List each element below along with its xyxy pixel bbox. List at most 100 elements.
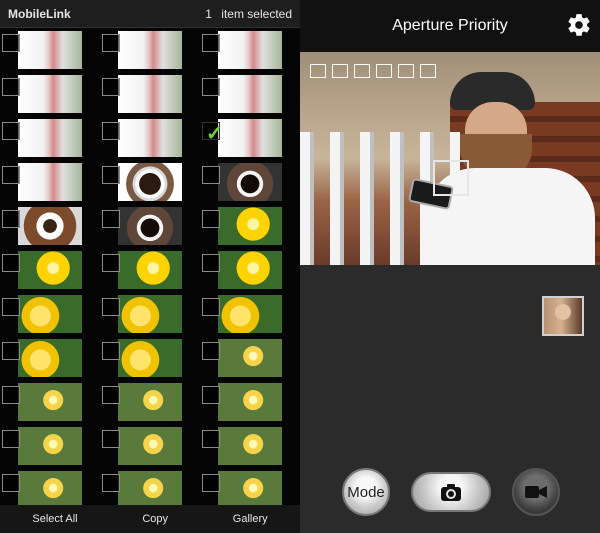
thumbnail-image (18, 31, 82, 69)
selection-status: 1 item selected (205, 7, 292, 21)
thumbnail-item[interactable] (200, 380, 300, 424)
thumbnail-checkbox[interactable] (2, 122, 20, 140)
gallery-button[interactable]: Gallery (227, 509, 274, 529)
thumbnail-checkbox[interactable] (2, 166, 20, 184)
osd-drive-icon (332, 64, 348, 78)
thumbnail-checkbox[interactable] (2, 386, 20, 404)
thumbnail-item[interactable] (0, 380, 100, 424)
thumbnail-item[interactable] (100, 292, 200, 336)
thumbnail-item[interactable] (0, 292, 100, 336)
select-all-button[interactable]: Select All (26, 509, 83, 529)
thumbnail-checkbox[interactable] (202, 474, 220, 492)
thumbnail-image (118, 471, 182, 509)
thumbnail-image (18, 427, 82, 465)
thumbnail-checkbox[interactable] (102, 474, 120, 492)
thumbnail-checkbox[interactable] (2, 342, 20, 360)
thumbnail-checkbox[interactable] (2, 254, 20, 272)
thumbnail-checkbox[interactable] (202, 210, 220, 228)
camera-icon (441, 484, 461, 501)
thumbnail-image (18, 75, 82, 113)
thumbnail-checkbox[interactable] (102, 386, 120, 404)
camera-header: Aperture Priority (300, 0, 600, 52)
thumbnail-item[interactable] (200, 72, 300, 116)
thumbnail-item[interactable] (200, 248, 300, 292)
thumbnail-image (218, 251, 282, 289)
thumbnail-checkbox[interactable] (102, 166, 120, 184)
osd-wifi-icon (420, 64, 436, 78)
thumbnail-item[interactable] (100, 336, 200, 380)
thumbnail-image (218, 31, 282, 69)
thumbnail-item[interactable] (0, 116, 100, 160)
last-shot-preview[interactable] (542, 296, 584, 336)
thumbnail-checkbox[interactable] (202, 298, 220, 316)
thumbnail-item[interactable] (0, 248, 100, 292)
thumbnail-checkbox[interactable] (102, 342, 120, 360)
copy-button[interactable]: Copy (136, 509, 174, 529)
thumbnail-checkbox[interactable] (202, 386, 220, 404)
thumbnail-image (218, 471, 282, 509)
thumbnail-item[interactable] (100, 424, 200, 468)
thumbnail-item[interactable] (100, 248, 200, 292)
thumbnail-grid: ✓ (0, 28, 300, 509)
thumbnail-image (118, 31, 182, 69)
thumbnail-checkbox[interactable] (202, 342, 220, 360)
shutter-button[interactable] (411, 472, 491, 512)
thumbnail-item[interactable] (0, 424, 100, 468)
thumbnail-item[interactable] (200, 336, 300, 380)
mode-button[interactable]: Mode (342, 468, 390, 516)
thumbnail-image (218, 339, 282, 377)
thumbnail-checkbox[interactable] (102, 78, 120, 96)
thumbnail-checkbox[interactable] (202, 78, 220, 96)
thumbnail-item[interactable] (200, 160, 300, 204)
thumbnail-item[interactable] (100, 72, 200, 116)
thumbnail-item[interactable] (0, 336, 100, 380)
video-icon (525, 486, 547, 498)
thumbnail-checkbox[interactable] (102, 210, 120, 228)
osd-resolution-icon (310, 64, 326, 78)
thumbnail-checkbox[interactable] (102, 254, 120, 272)
record-button[interactable] (512, 468, 560, 516)
thumbnail-checkbox[interactable] (102, 122, 120, 140)
thumbnail-item[interactable] (200, 28, 300, 72)
thumbnail-item[interactable] (100, 160, 200, 204)
thumbnail-item[interactable] (100, 380, 200, 424)
thumbnail-image (118, 295, 182, 333)
thumbnail-checkbox[interactable] (102, 34, 120, 52)
thumbnail-checkbox[interactable]: ✓ (202, 122, 223, 144)
thumbnail-image (218, 207, 282, 245)
thumbnail-item[interactable] (100, 116, 200, 160)
thumbnail-checkbox[interactable] (102, 430, 120, 448)
thumbnail-item[interactable] (200, 424, 300, 468)
gear-icon[interactable] (566, 12, 592, 38)
thumbnail-item[interactable] (200, 292, 300, 336)
thumbnail-item[interactable] (0, 28, 100, 72)
thumbnail-item[interactable] (0, 72, 100, 116)
thumbnail-image (118, 427, 182, 465)
thumbnail-checkbox[interactable] (2, 78, 20, 96)
live-view[interactable] (300, 52, 600, 265)
thumbnail-checkbox[interactable] (202, 430, 220, 448)
osd-quality-icon (354, 64, 370, 78)
thumbnail-checkbox[interactable] (2, 430, 20, 448)
thumbnail-item[interactable] (0, 204, 100, 248)
thumbnail-checkbox[interactable] (2, 474, 20, 492)
thumbnail-checkbox[interactable] (102, 298, 120, 316)
thumbnail-checkbox[interactable] (202, 254, 220, 272)
thumbnail-checkbox[interactable] (2, 34, 20, 52)
thumbnail-checkbox[interactable] (2, 210, 20, 228)
thumbnail-item[interactable] (200, 204, 300, 248)
thumbnail-checkbox[interactable] (2, 298, 20, 316)
selected-suffix: item selected (221, 6, 292, 21)
focus-frame[interactable] (433, 160, 469, 196)
thumbnail-item[interactable] (100, 28, 200, 72)
thumbnail-image (218, 295, 282, 333)
thumbnail-item[interactable]: ✓ (200, 116, 300, 160)
mobilelink-panel: MobileLink 1 item selected ✓ Select All … (0, 0, 300, 533)
thumbnail-item[interactable] (100, 204, 200, 248)
selected-count: 1 (205, 6, 212, 21)
thumbnail-checkbox[interactable] (202, 34, 220, 52)
thumbnail-checkbox[interactable] (202, 166, 220, 184)
preview-face (555, 304, 571, 320)
thumbnail-image (118, 251, 182, 289)
thumbnail-item[interactable] (0, 160, 100, 204)
